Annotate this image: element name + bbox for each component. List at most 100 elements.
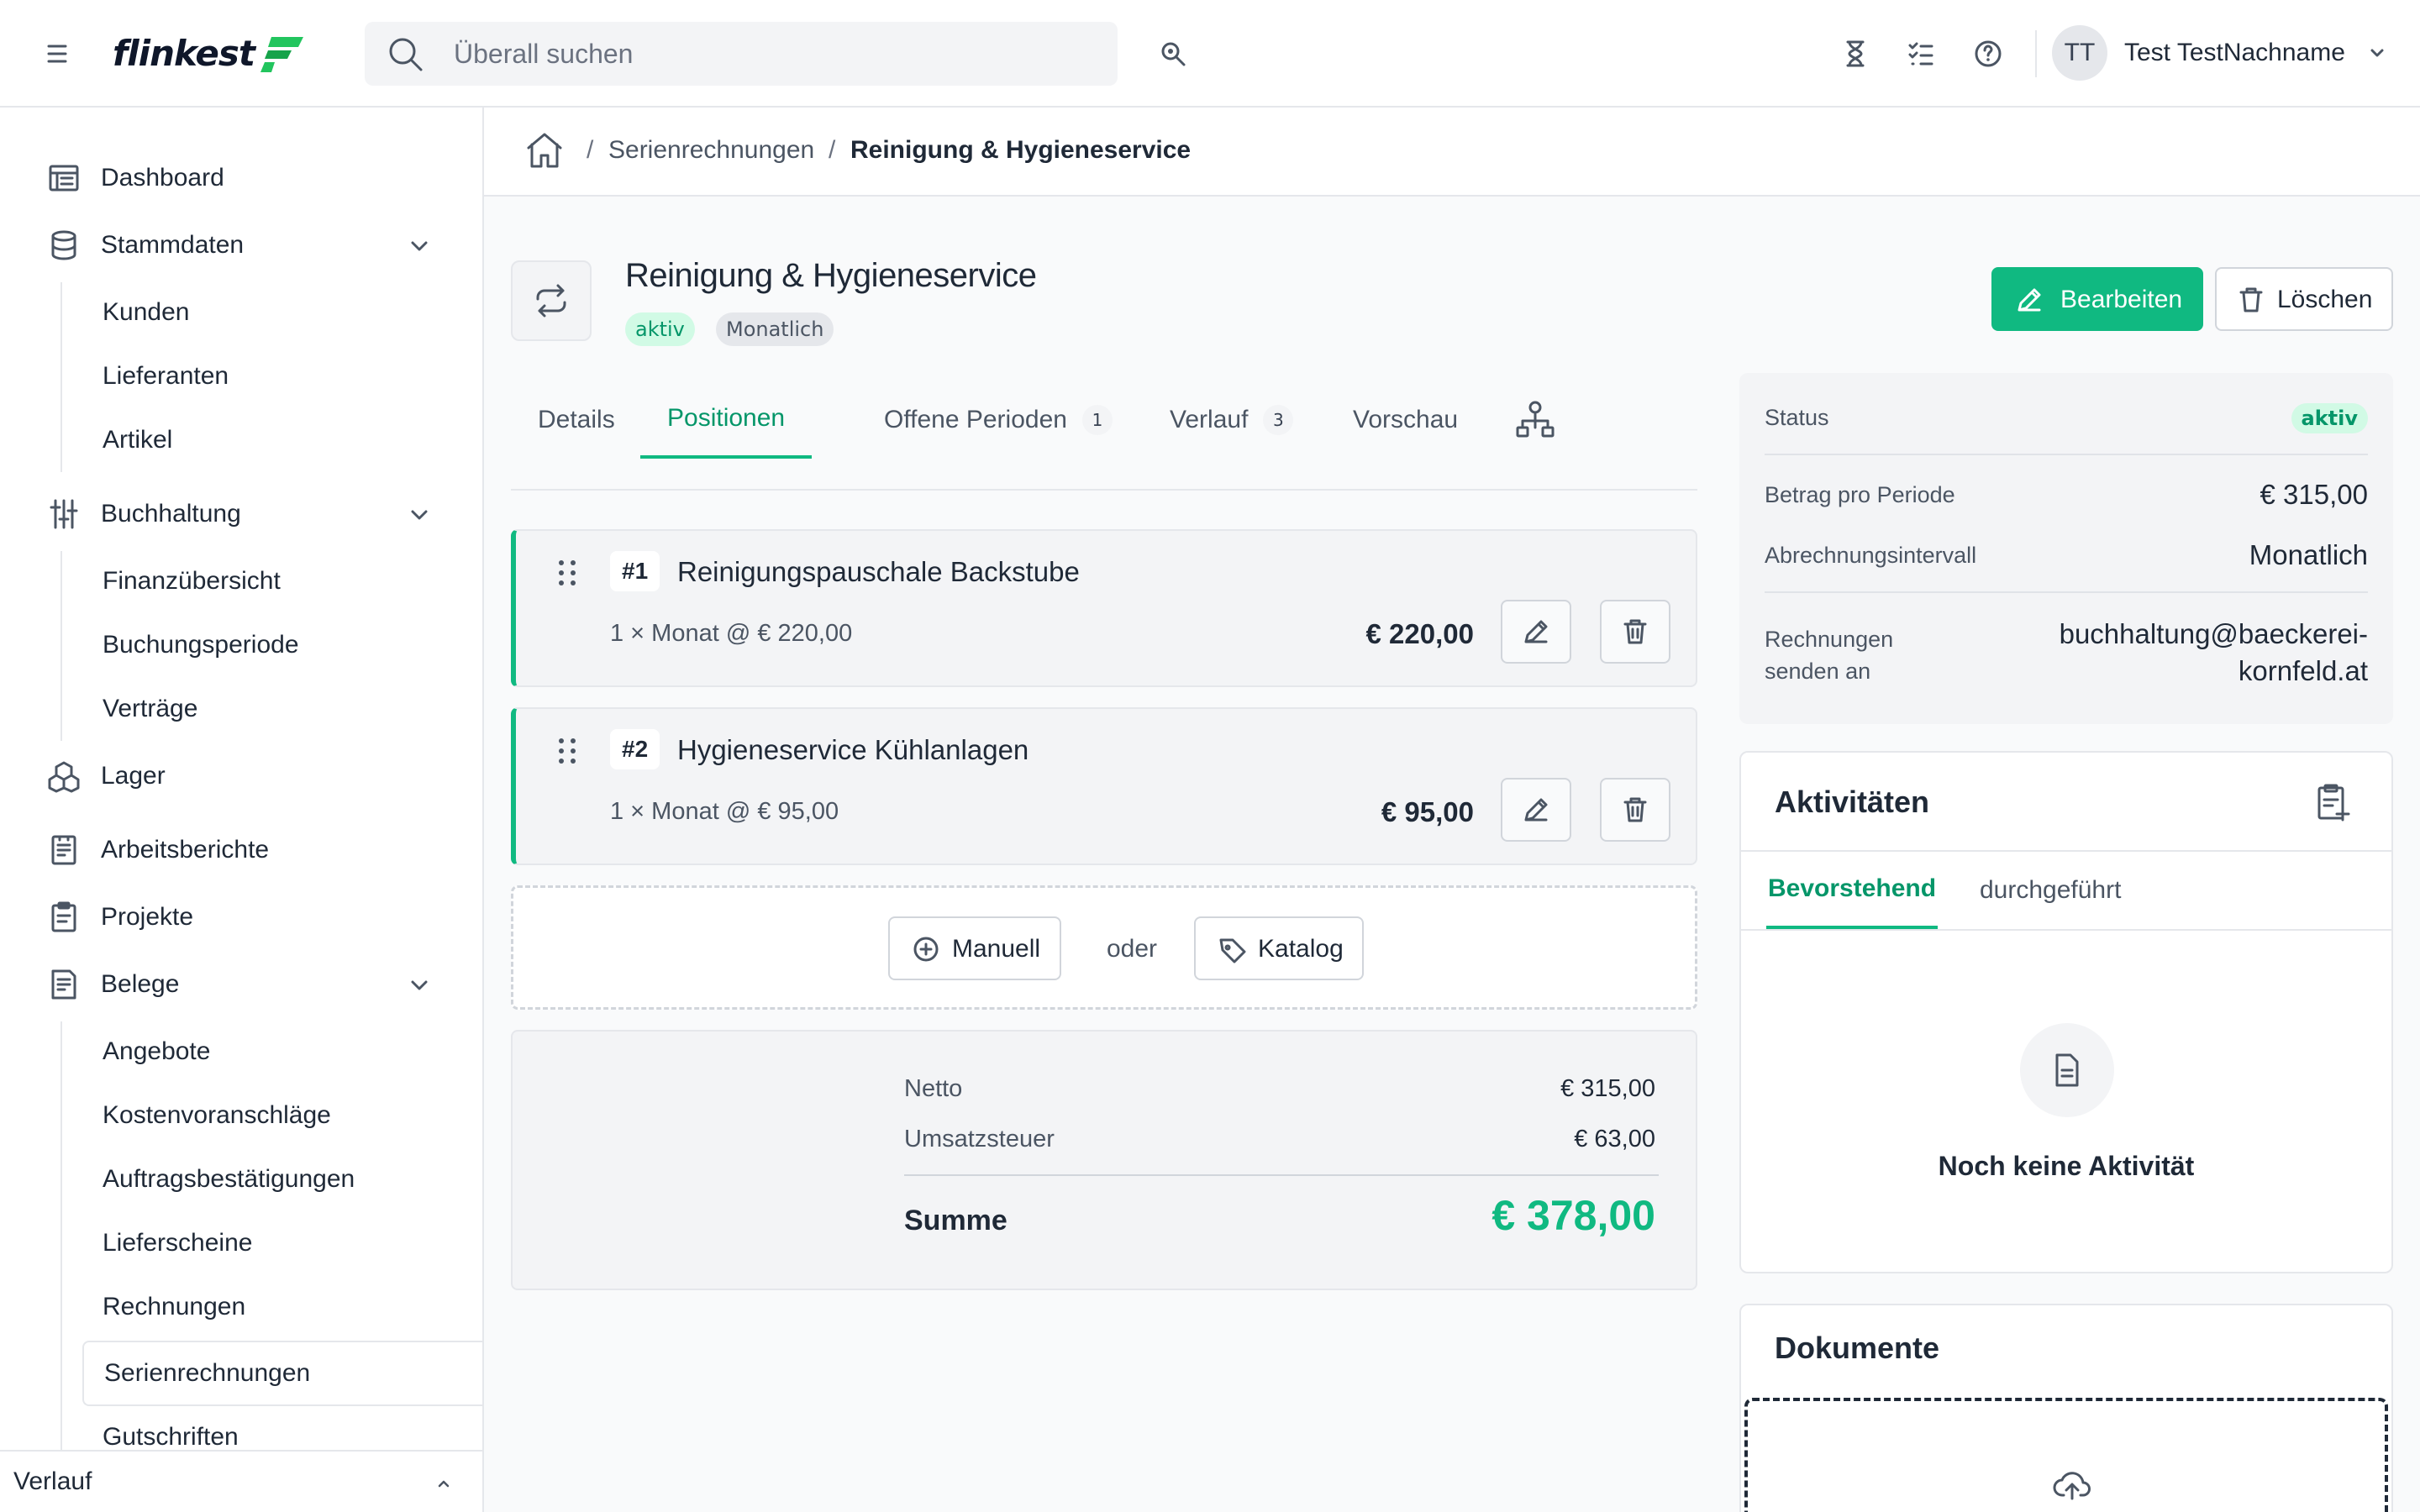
trash-icon bbox=[1621, 617, 1649, 646]
sidebar-item-dashboard[interactable]: Dashboard bbox=[0, 146, 482, 210]
sidebar-item-lager[interactable]: Lager bbox=[0, 744, 482, 808]
breadcrumb-separator: / bbox=[829, 136, 836, 164]
breadcrumb-parent[interactable]: Serienrechnungen bbox=[608, 136, 814, 165]
summary-divider bbox=[1765, 591, 2368, 593]
breadcrumb-separator: / bbox=[587, 136, 594, 164]
position-amount: € 95,00 bbox=[1381, 796, 1474, 827]
sidebar-subitem-lieferanten[interactable]: Lieferanten bbox=[82, 346, 482, 407]
add-catalog-button[interactable]: Katalog bbox=[1194, 916, 1364, 980]
hamburger-menu-icon[interactable] bbox=[44, 39, 71, 69]
net-label: Netto bbox=[904, 1075, 963, 1102]
clipboard-icon bbox=[47, 900, 81, 934]
sidebar-item-stammdaten[interactable]: Stammdaten bbox=[0, 213, 482, 277]
hourglass-icon[interactable] bbox=[1840, 39, 1870, 69]
sidebar-subitem-auftragsbestaetigungen[interactable]: Auftragsbestätigungen bbox=[82, 1149, 482, 1210]
submenu-line bbox=[60, 282, 62, 472]
sidebar-subitem-label: Lieferscheine bbox=[103, 1229, 253, 1257]
delete-button-label: Löschen bbox=[2277, 286, 2373, 313]
sidebar-subitem-lieferscheine[interactable]: Lieferscheine bbox=[82, 1213, 482, 1273]
tab-hierarchy[interactable] bbox=[1497, 381, 1573, 459]
delete-position-button[interactable] bbox=[1600, 778, 1670, 842]
breadcrumb: / Serienrechnungen / Reinigung & Hygiene… bbox=[484, 108, 2420, 197]
tab-bevorstehend[interactable]: Bevorstehend bbox=[1766, 852, 1939, 929]
sidebar-subitem-serienrechnungen[interactable]: Serienrechnungen bbox=[82, 1341, 482, 1406]
sidebar-item-projekte[interactable]: Projekte bbox=[0, 885, 482, 949]
pencil-icon bbox=[2015, 286, 2044, 314]
sidebar-history-toggle[interactable]: Verlauf bbox=[0, 1450, 482, 1512]
chevron-down-icon bbox=[408, 974, 430, 996]
tab-verlauf[interactable]: Verlauf 3 bbox=[1143, 381, 1320, 459]
chevron-up-icon bbox=[435, 1475, 452, 1492]
delete-position-button[interactable] bbox=[1600, 600, 1670, 664]
drag-handle-icon[interactable] bbox=[555, 736, 580, 766]
tab-vorschau[interactable]: Vorschau bbox=[1326, 381, 1485, 459]
drag-handle-icon[interactable] bbox=[555, 558, 580, 588]
page-title: Reinigung & Hygieneservice bbox=[625, 257, 1037, 294]
sidebar-subitem-angebote[interactable]: Angebote bbox=[82, 1021, 482, 1082]
position-card: #2 Hygieneservice Kühlanlagen 1 × Monat … bbox=[511, 707, 1697, 865]
tab-offene-perioden[interactable]: Offene Perioden 1 bbox=[857, 381, 1139, 459]
sidebar-item-label: Buchhaltung bbox=[101, 500, 241, 528]
chevron-down-icon bbox=[408, 235, 430, 257]
send-to-label: Rechnungen bbox=[1765, 627, 1894, 652]
advanced-search-icon[interactable] bbox=[1160, 40, 1188, 69]
boxes-icon bbox=[47, 759, 81, 793]
tab-details[interactable]: Details bbox=[511, 381, 642, 459]
sidebar-subitem-rechnungen[interactable]: Rechnungen bbox=[82, 1277, 482, 1337]
sidebar-item-belege[interactable]: Belege bbox=[0, 953, 482, 1016]
empty-document-icon bbox=[2020, 1023, 2114, 1117]
sidebar-subitem-finanzuebersicht[interactable]: Finanzübersicht bbox=[82, 551, 482, 612]
tab-label: Bevorstehend bbox=[1768, 874, 1937, 902]
home-icon[interactable] bbox=[524, 129, 565, 171]
add-position-zone: Manuell oder Katalog bbox=[511, 885, 1697, 1010]
add-activity-icon[interactable] bbox=[2312, 783, 2353, 823]
sidebar-subitem-kunden[interactable]: Kunden bbox=[82, 282, 482, 343]
totals-panel: Netto € 315,00 Umsatzsteuer € 63,00 Summ… bbox=[511, 1030, 1697, 1290]
status-label: Status bbox=[1765, 405, 1829, 430]
add-manual-label: Manuell bbox=[952, 935, 1041, 963]
pencil-icon bbox=[1522, 795, 1550, 824]
empty-activities-text: Noch keine Aktivität bbox=[1938, 1151, 2195, 1181]
search-input[interactable] bbox=[454, 22, 1092, 86]
tab-positionen[interactable]: Positionen bbox=[640, 381, 813, 459]
position-amount: € 220,00 bbox=[1365, 618, 1474, 649]
sliders-icon bbox=[47, 497, 81, 531]
plus-circle-icon bbox=[912, 935, 940, 963]
upload-cloud-icon bbox=[2052, 1465, 2092, 1505]
sidebar-subitem-label: Kunden bbox=[103, 298, 190, 326]
status-badge: aktiv bbox=[625, 312, 695, 346]
user-menu[interactable]: TT Test TestNachname bbox=[2052, 25, 2386, 81]
or-label: oder bbox=[1107, 935, 1158, 963]
sidebar-subitem-artikel[interactable]: Artikel bbox=[82, 410, 482, 470]
document-dropzone[interactable] bbox=[1744, 1398, 2388, 1512]
edit-position-button[interactable] bbox=[1501, 600, 1571, 664]
position-detail: 1 × Monat @ € 95,00 bbox=[610, 798, 839, 825]
summary-card: Status aktiv Betrag pro Periode € 315,00… bbox=[1739, 373, 2393, 724]
activities-title: Aktivitäten bbox=[1775, 785, 1930, 819]
sidebar-item-label: Arbeitsberichte bbox=[101, 836, 270, 864]
logo[interactable]: flinkest bbox=[113, 29, 305, 77]
global-search[interactable] bbox=[365, 22, 1118, 86]
amount-label: Betrag pro Periode bbox=[1765, 482, 1955, 507]
sidebar-subitem-kostenvoranschlaege[interactable]: Kostenvoranschläge bbox=[82, 1085, 482, 1146]
delete-button[interactable]: Löschen bbox=[2215, 267, 2393, 331]
logo-text: flinkest bbox=[113, 32, 255, 74]
sidebar-item-buchhaltung[interactable]: Buchhaltung bbox=[0, 482, 482, 546]
sidebar-item-label: Stammdaten bbox=[101, 231, 245, 259]
trash-icon bbox=[1621, 795, 1649, 824]
add-manual-button[interactable]: Manuell bbox=[888, 916, 1061, 980]
submenu-line bbox=[60, 1021, 62, 1450]
sidebar-subitem-gutschriften[interactable]: Gutschriften bbox=[82, 1406, 482, 1457]
sidebar-item-arbeitsberichte[interactable]: Arbeitsberichte bbox=[0, 818, 482, 882]
sidebar-subitem-label: Angebote bbox=[103, 1037, 211, 1065]
help-icon[interactable] bbox=[1973, 39, 2003, 69]
tab-durchgefuehrt[interactable]: durchgeführt bbox=[1980, 852, 2121, 929]
checklist-icon[interactable] bbox=[1906, 39, 1936, 69]
sidebar-subitem-vertraege[interactable]: Verträge bbox=[82, 679, 482, 739]
sidebar-subitem-buchungsperiode[interactable]: Buchungsperiode bbox=[82, 615, 482, 675]
edit-button[interactable]: Bearbeiten bbox=[1991, 267, 2203, 331]
dashboard-icon bbox=[47, 161, 81, 195]
report-icon bbox=[47, 833, 81, 867]
edit-position-button[interactable] bbox=[1501, 778, 1571, 842]
send-to-label: senden an bbox=[1765, 659, 1871, 684]
